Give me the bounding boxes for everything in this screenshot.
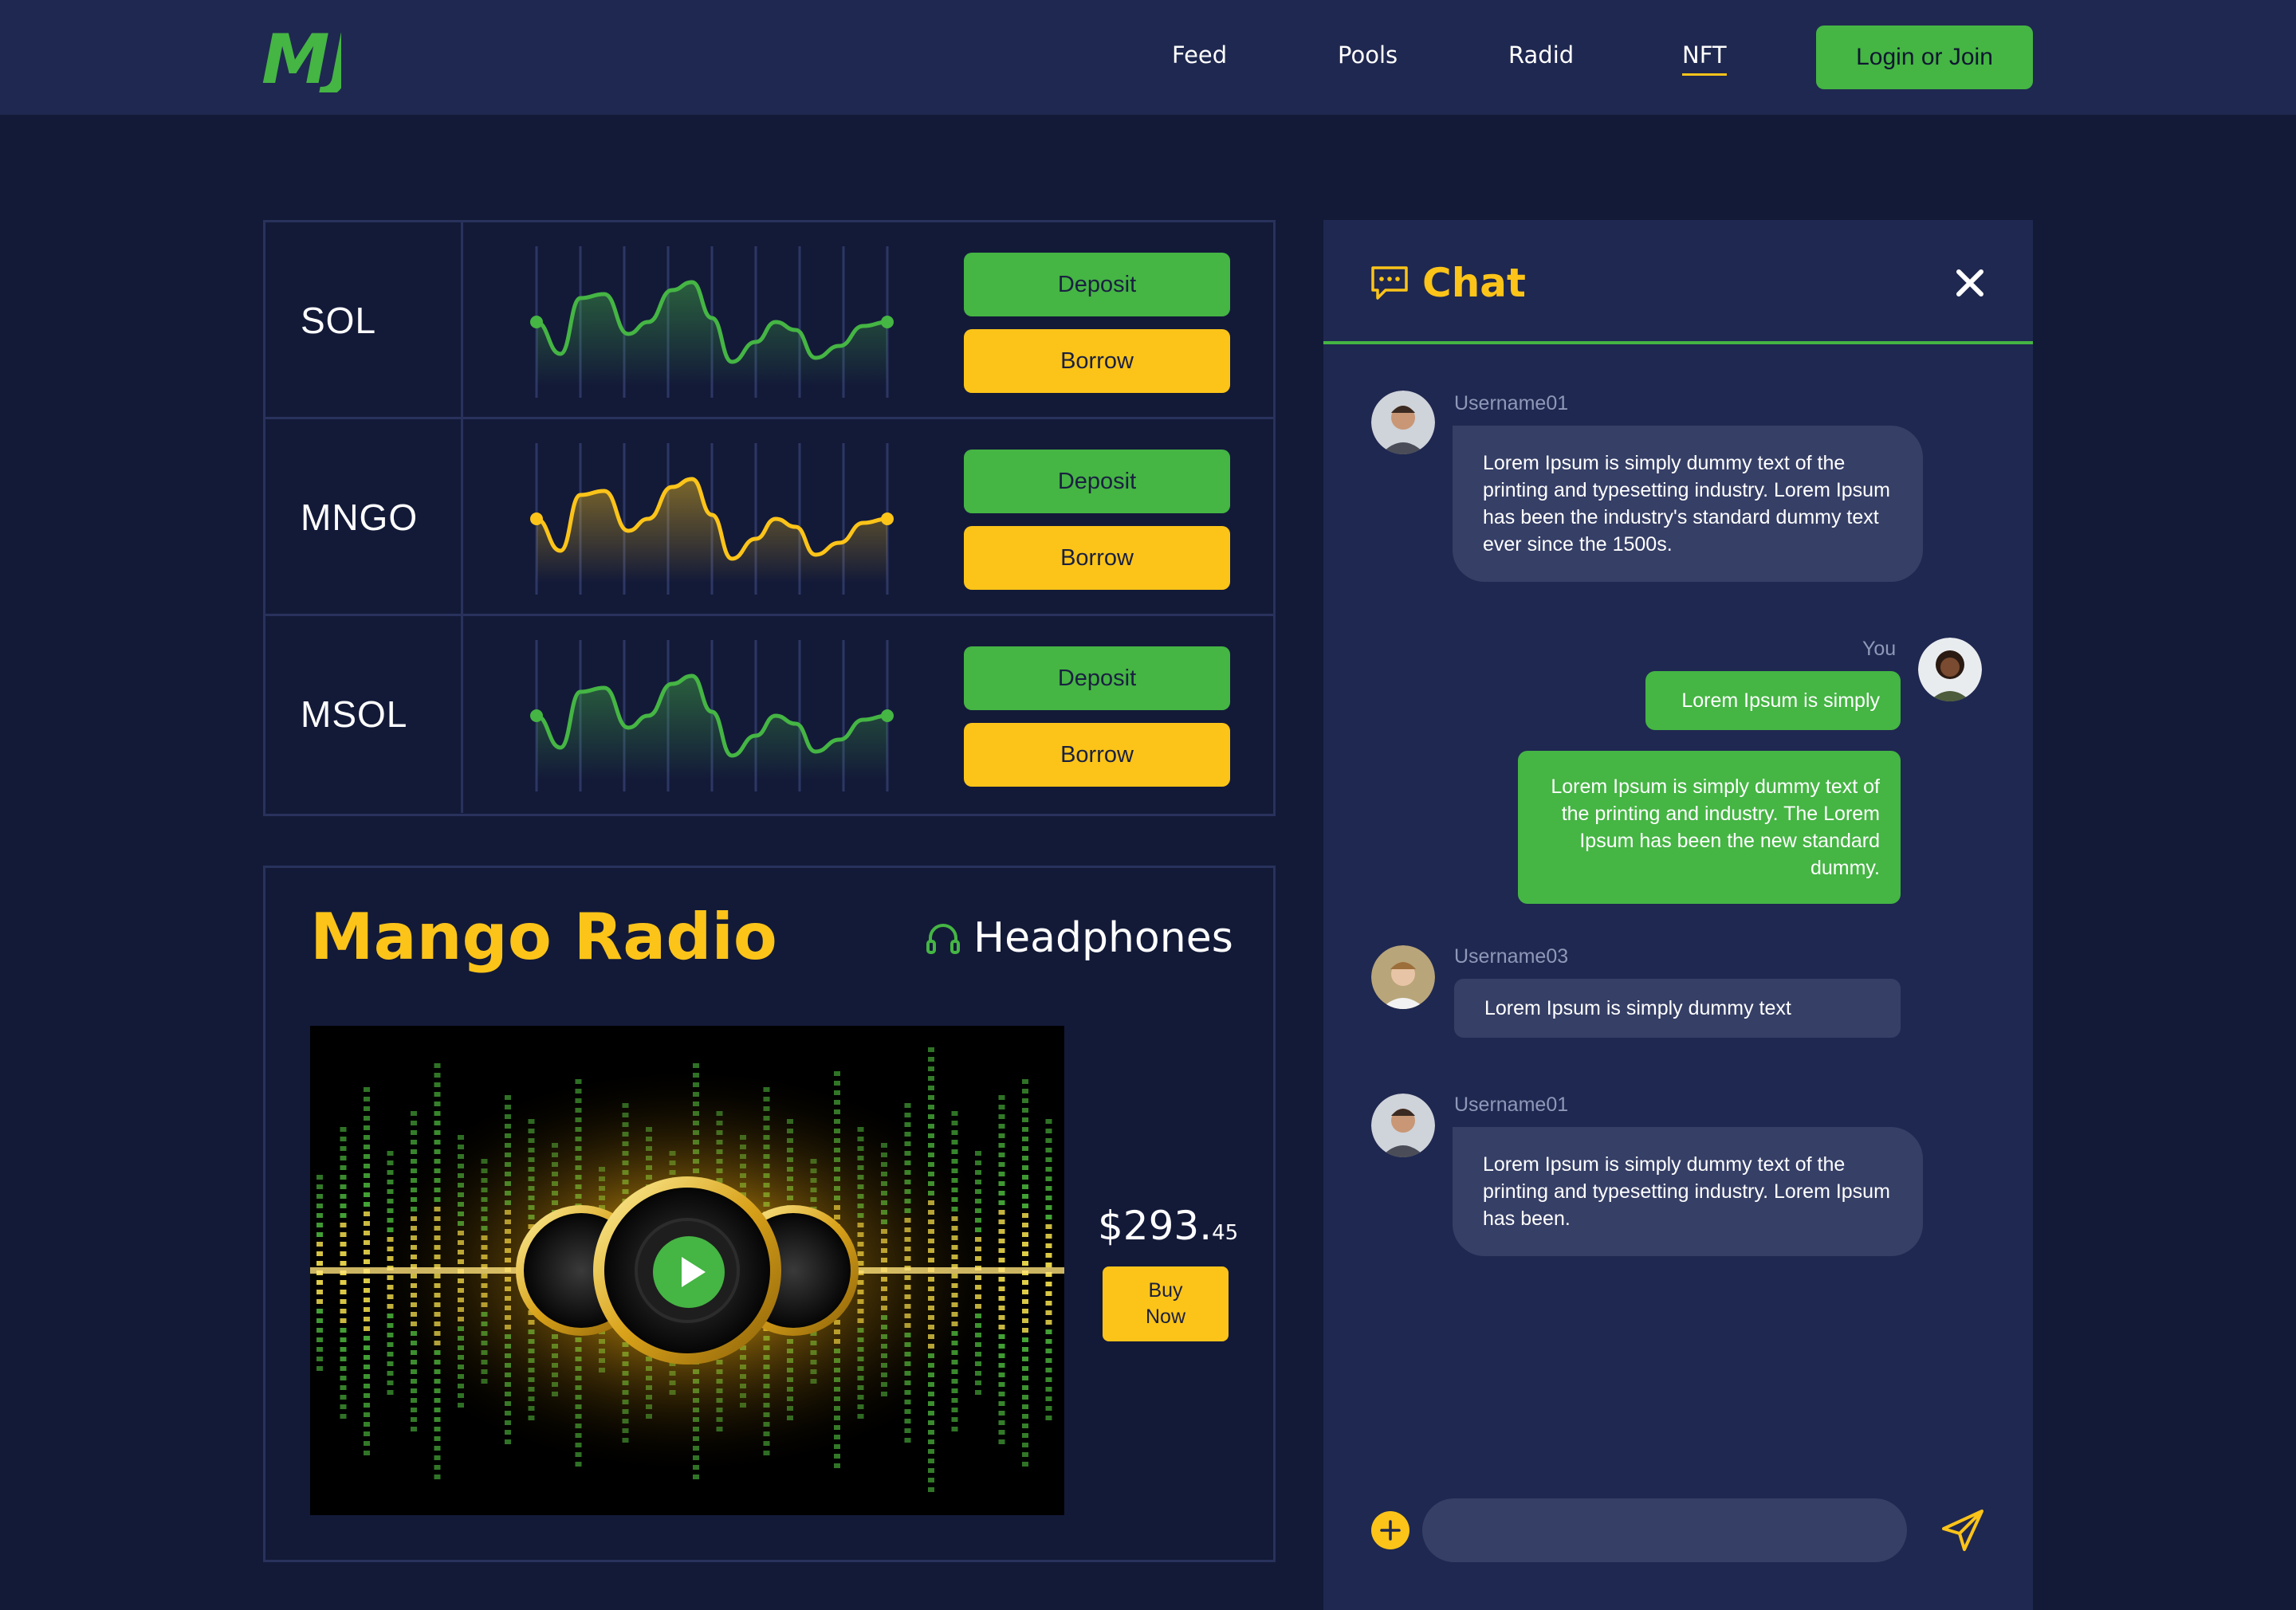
deposit-button[interactable]: Deposit	[964, 253, 1230, 316]
audio-device-label: Headphones	[973, 914, 1233, 962]
pool-row-sol: SOL Deposit Borrow	[265, 222, 1273, 419]
pool-wave-chart	[530, 443, 894, 595]
nav-link-feed[interactable]: Feed	[1172, 41, 1227, 69]
play-button[interactable]	[653, 1236, 725, 1308]
user-avatar[interactable]	[1371, 391, 1435, 454]
message-username: You	[1862, 638, 1897, 660]
nav-link-pools[interactable]: Pools	[1338, 41, 1398, 69]
headphones-icon	[926, 924, 960, 954]
deposit-button[interactable]: Deposit	[964, 450, 1230, 513]
message-username: Username01	[1454, 392, 1569, 414]
user-avatar[interactable]	[1918, 638, 1982, 701]
incoming-message: Lorem Ipsum is simply dummy text of the …	[1453, 1127, 1923, 1256]
borrow-button[interactable]: Borrow	[964, 526, 1230, 590]
pool-wave-chart	[530, 640, 894, 791]
outgoing-message: Lorem Ipsum is simply	[1645, 671, 1901, 730]
nav-link-radid[interactable]: Radid	[1508, 41, 1574, 69]
chat-panel: Chat Username01 Lorem Ipsum is simply du…	[1323, 220, 2033, 1610]
deposit-button[interactable]: Deposit	[964, 646, 1230, 710]
price-tag: $293.45	[1098, 1203, 1238, 1249]
message-username: Username03	[1454, 945, 1569, 968]
pool-symbol: SOL	[301, 300, 377, 341]
close-icon	[1956, 269, 1983, 296]
login-or-join-button[interactable]: Login or Join	[1816, 26, 2033, 89]
borrow-button[interactable]: Borrow	[964, 723, 1230, 787]
buy-now-button[interactable]: Buy Now	[1103, 1266, 1229, 1341]
user-avatar[interactable]	[1371, 1094, 1435, 1157]
chat-header: Chat	[1323, 220, 2033, 344]
pool-wave-chart	[530, 246, 894, 398]
nav-link-nft[interactable]: NFT	[1682, 41, 1727, 76]
send-icon	[1942, 1510, 1983, 1551]
radio-title: Mango Radio	[310, 900, 777, 974]
add-attachment-button[interactable]	[1371, 1511, 1409, 1549]
chat-bubble-icon	[1371, 266, 1408, 300]
plus-icon	[1380, 1520, 1401, 1541]
message-input[interactable]	[1422, 1498, 1907, 1562]
pool-row-msol: MSOL Deposit Borrow	[265, 616, 1273, 813]
mango-radio-card: Mango Radio Headphones $293.45 Buy Now	[263, 866, 1276, 1562]
top-navbar: MJ Feed Pools Radid NFT Login or Join	[0, 0, 2296, 115]
brand-logo-text: MJ	[261, 21, 341, 92]
incoming-message: Lorem Ipsum is simply dummy text of the …	[1453, 426, 1923, 582]
pool-symbol-cell: MSOL	[265, 616, 463, 813]
price-cents: 45	[1212, 1221, 1239, 1245]
brand-logo[interactable]: MJ	[261, 20, 356, 100]
message-username: Username01	[1454, 1094, 1569, 1116]
pool-row-mngo: MNGO Deposit Borrow	[265, 419, 1273, 616]
user-avatar[interactable]	[1371, 945, 1435, 1009]
incoming-message: Lorem Ipsum is simply dummy text	[1454, 979, 1901, 1038]
radio-player-artwork	[310, 1026, 1064, 1515]
pool-symbol: MSOL	[301, 693, 408, 735]
pool-symbol-cell: SOL	[265, 222, 463, 417]
close-chat-button[interactable]	[1953, 266, 1987, 300]
borrow-button[interactable]: Borrow	[964, 329, 1230, 393]
pool-symbol: MNGO	[301, 497, 419, 538]
pool-symbol-cell: MNGO	[265, 419, 463, 614]
price-main: $293.	[1098, 1203, 1213, 1249]
chat-title: Chat	[1422, 260, 1526, 306]
pools-table: SOL Deposit Borrow MNGO Deposit Borrow M…	[263, 220, 1276, 816]
outgoing-message: Lorem Ipsum is simply dummy text of the …	[1518, 751, 1901, 904]
audio-device-selector[interactable]: Headphones	[924, 914, 1233, 962]
send-message-button[interactable]	[1939, 1506, 1987, 1554]
